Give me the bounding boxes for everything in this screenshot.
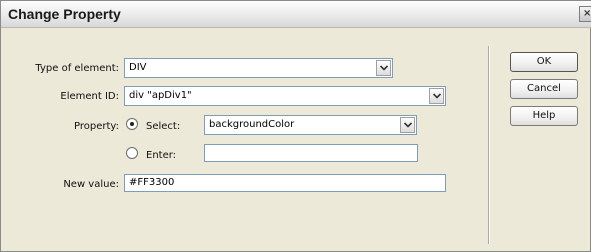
enter-radio[interactable] (126, 147, 138, 159)
radio-selected-icon (130, 122, 134, 126)
enter-radio-label[interactable]: Enter: (146, 150, 176, 161)
new-value-input[interactable]: #FF3300 (124, 174, 446, 192)
element-id-label: Element ID: (60, 91, 119, 102)
element-id-select[interactable]: div "apDiv1" (124, 86, 446, 106)
change-property-dialog: Change Property × Type of element: DIV E… (0, 0, 591, 252)
chevron-down-icon[interactable] (400, 117, 415, 133)
dialog-title: Change Property (8, 6, 121, 22)
select-radio[interactable] (126, 118, 138, 130)
new-value-label: New value: (63, 179, 119, 190)
select-radio-label[interactable]: Select: (146, 121, 180, 132)
button-panel-divider (488, 46, 490, 244)
enter-property-input[interactable] (204, 144, 418, 162)
property-select[interactable]: backgroundColor (204, 115, 417, 135)
element-id-value: div "apDiv1" (129, 90, 192, 101)
ok-button[interactable]: OK (510, 52, 578, 72)
type-of-element-select[interactable]: DIV (124, 58, 393, 78)
new-value-text: #FF3300 (129, 177, 175, 188)
help-button[interactable]: Help (510, 106, 578, 126)
type-of-element-label: Type of element: (35, 63, 119, 74)
chevron-down-icon[interactable] (376, 60, 391, 76)
property-select-value: backgroundColor (209, 119, 295, 130)
type-of-element-value: DIV (129, 62, 147, 73)
title-bar[interactable]: Change Property × (1, 1, 591, 28)
close-icon[interactable]: × (579, 6, 591, 22)
cancel-button[interactable]: Cancel (510, 79, 578, 99)
chevron-down-icon[interactable] (429, 88, 444, 104)
property-label: Property: (74, 121, 119, 132)
